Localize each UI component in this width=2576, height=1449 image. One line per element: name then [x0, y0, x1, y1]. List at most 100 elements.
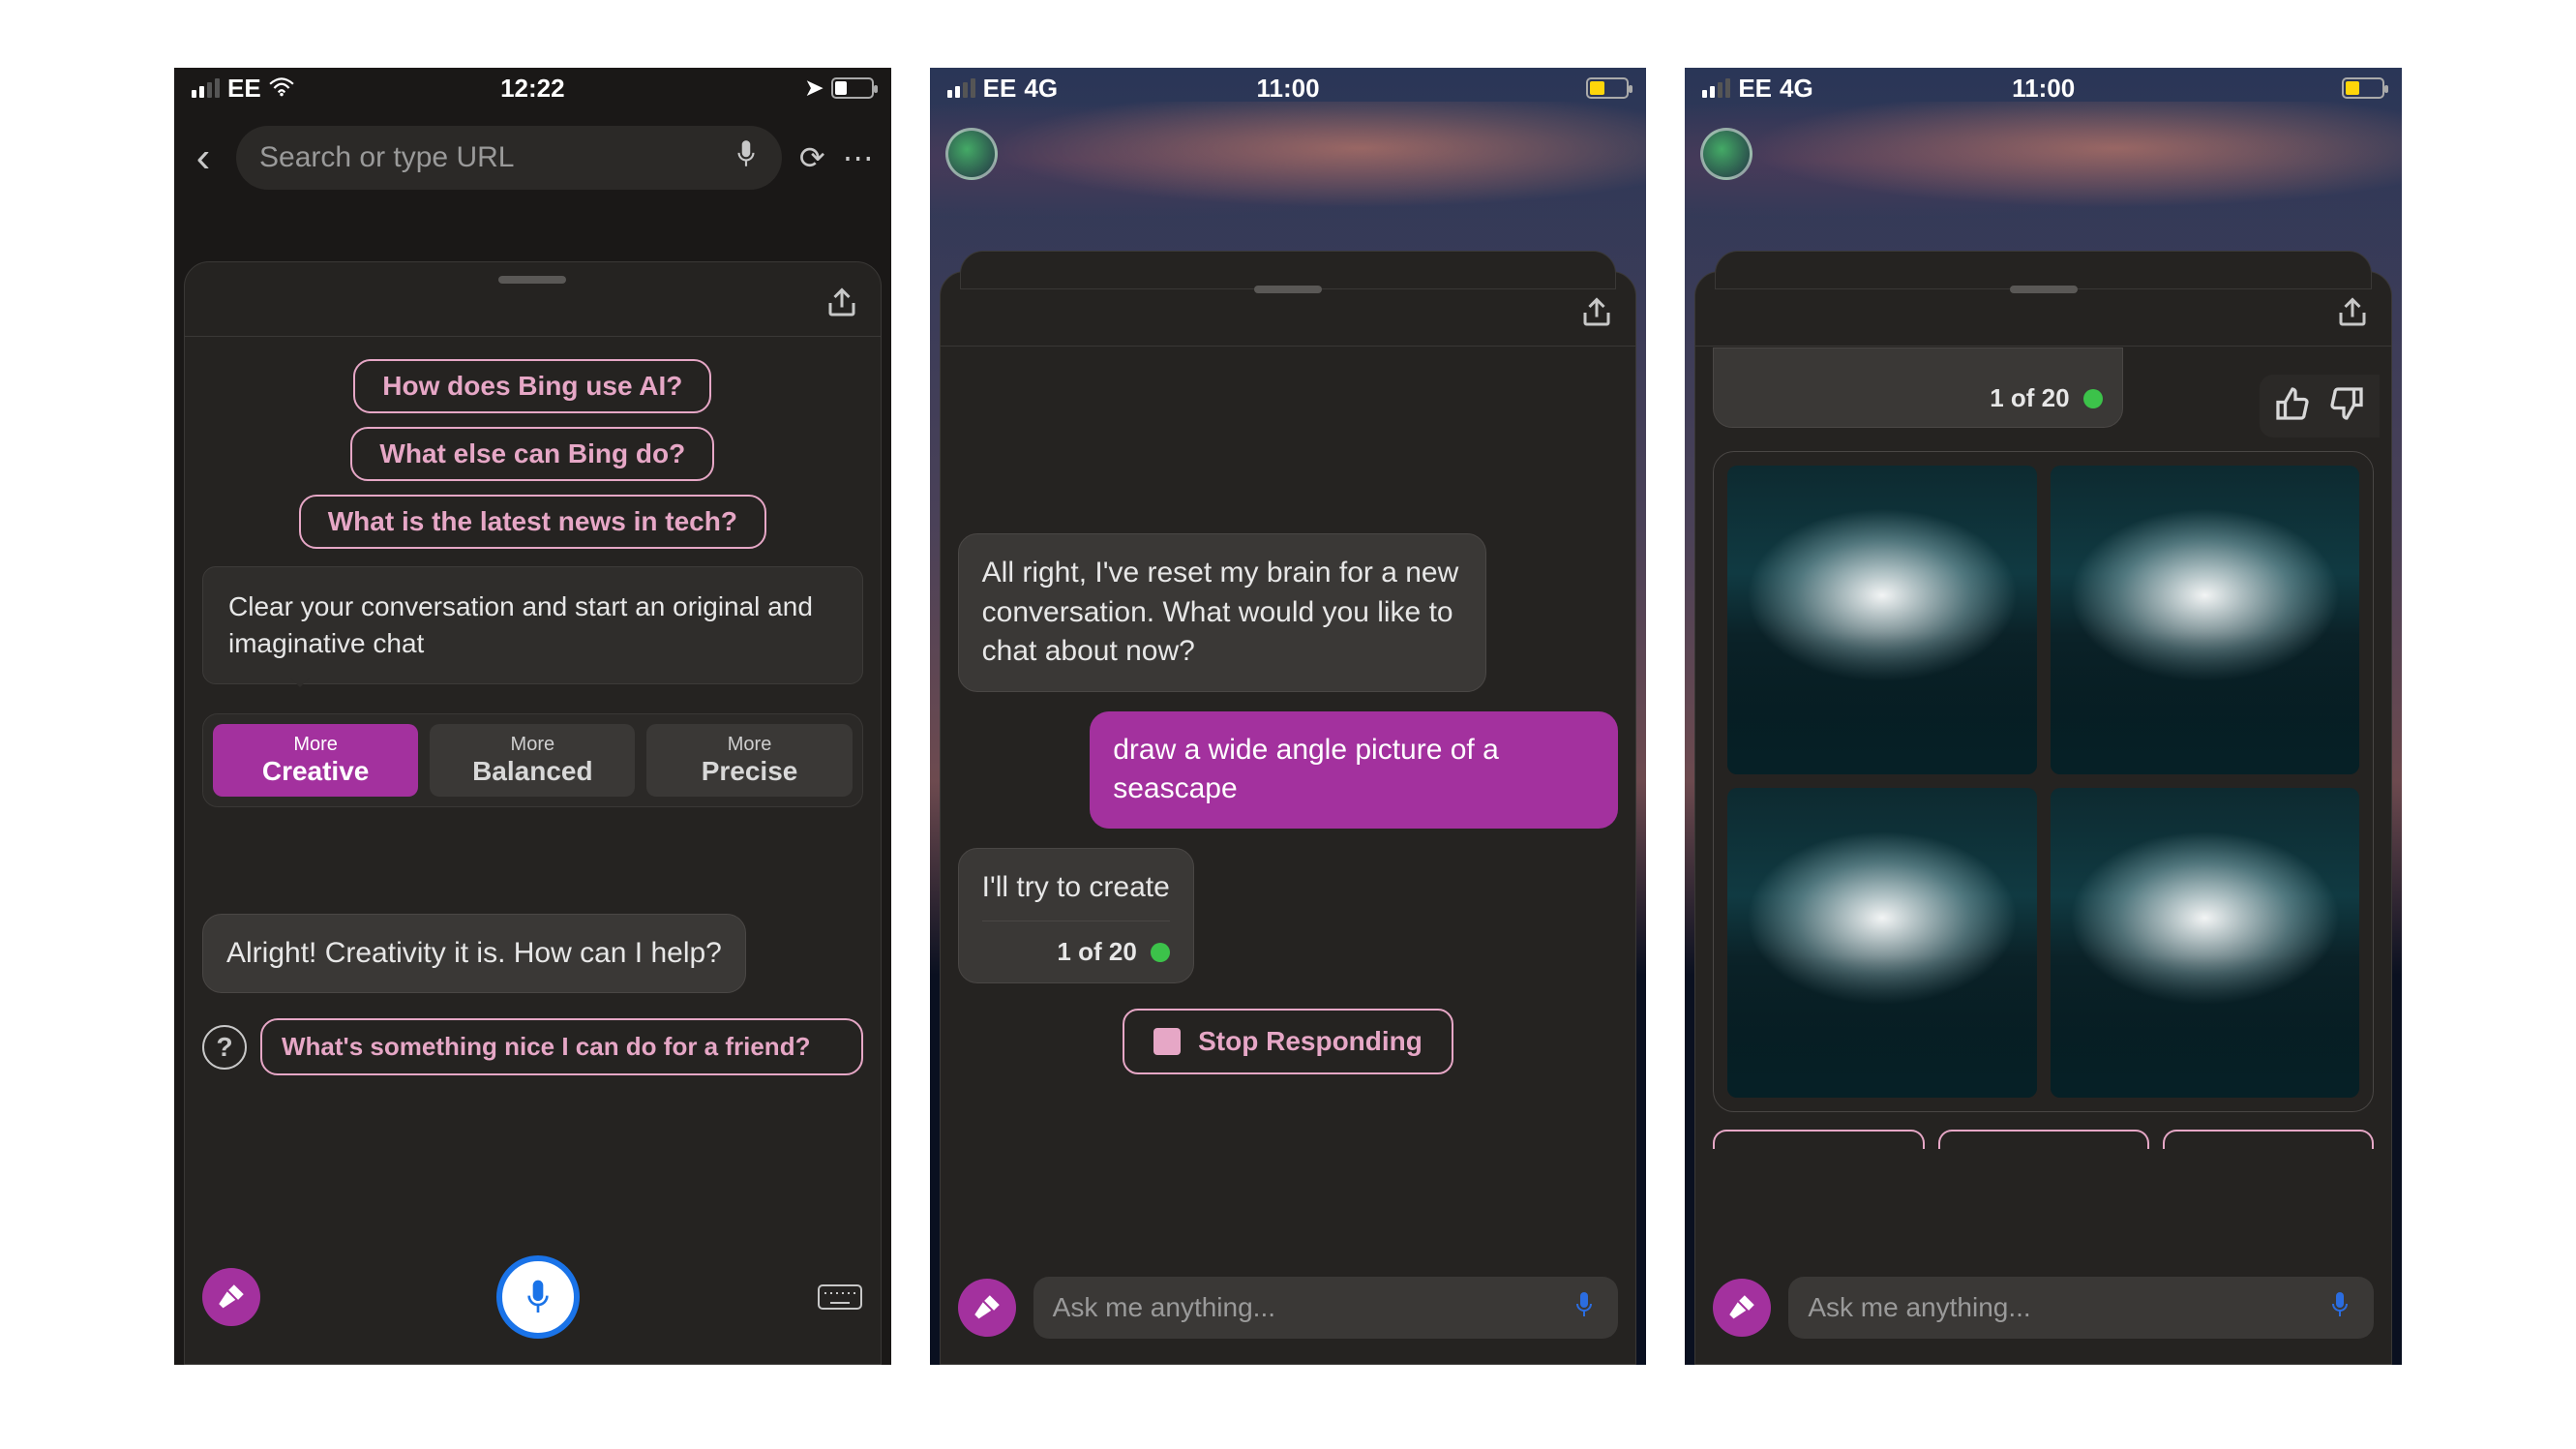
wifi-icon: [269, 74, 294, 104]
stacked-sheet-hint: [960, 251, 1617, 289]
suggestion-chip-cut[interactable]: [1938, 1130, 2149, 1149]
mode-prefix: More: [219, 734, 412, 756]
voice-input-button[interactable]: [496, 1255, 580, 1339]
clock-label: 12:22: [500, 74, 565, 104]
generated-image[interactable]: [1727, 788, 2036, 1097]
carrier-label: EE: [1738, 74, 1772, 104]
avatar[interactable]: [945, 128, 998, 180]
keyboard-toggle-button[interactable]: [817, 1278, 863, 1316]
suggestion-chip[interactable]: What is the latest news in tech?: [299, 495, 766, 549]
status-bar: EE 12:22 ➤: [174, 68, 891, 108]
stop-label: Stop Responding: [1198, 1026, 1423, 1057]
url-bar[interactable]: Search or type URL: [236, 126, 782, 190]
stop-responding-button[interactable]: Stop Responding: [1123, 1009, 1453, 1074]
voice-input-icon[interactable]: [2325, 1290, 2354, 1326]
voice-input-icon[interactable]: [1570, 1290, 1599, 1326]
composer-placeholder: Ask me anything...: [1053, 1292, 1557, 1323]
location-icon: ➤: [805, 75, 823, 101]
phone-screenshot-1: EE 12:22 ➤ ‹ Search or type URL ⟳ ⋯: [174, 68, 891, 1365]
divider: [1695, 346, 2391, 347]
user-message: draw a wide angle picture of a seascape: [1090, 711, 1618, 829]
phone-screenshot-3: EE 4G 11:00 1 of 20: [1685, 68, 2402, 1365]
composer-placeholder: Ask me anything...: [1808, 1292, 2312, 1323]
signal-bars-icon: [192, 78, 220, 98]
battery-charging-icon: [2342, 77, 2384, 99]
sheet-drag-handle[interactable]: [1254, 286, 1322, 293]
clock-label: 11:00: [1256, 74, 1319, 104]
reload-button[interactable]: ⟳: [799, 139, 825, 176]
signal-bars-icon: [1702, 78, 1730, 98]
battery-icon: [831, 77, 874, 99]
carrier-label: EE: [983, 74, 1017, 104]
turn-counter-text: 1 of 20: [1990, 383, 2069, 413]
carrier-label: EE: [227, 74, 261, 104]
mode-prefix: More: [435, 734, 629, 756]
suggestion-chip-row-partial: [1713, 1130, 2374, 1149]
thumbs-up-button[interactable]: [2275, 386, 2310, 426]
mode-balanced[interactable]: More Balanced: [430, 724, 635, 797]
new-topic-button[interactable]: [958, 1279, 1016, 1337]
divider: [941, 346, 1636, 347]
mode-creative[interactable]: More Creative: [213, 724, 418, 797]
clock-label: 11:00: [2012, 74, 2075, 104]
mode-label: Balanced: [435, 756, 629, 787]
signal-bars-icon: [947, 78, 975, 98]
stacked-sheet-hint: [1715, 251, 2372, 289]
mode-label: Precise: [652, 756, 846, 787]
share-button[interactable]: [824, 286, 859, 325]
avatar[interactable]: [1700, 128, 1752, 180]
share-button[interactable]: [1579, 295, 1614, 335]
sheet-drag-handle[interactable]: [498, 276, 566, 284]
stop-icon: [1153, 1028, 1181, 1055]
suggestion-chip-cut[interactable]: [2163, 1130, 2374, 1149]
assistant-message-streaming: I'll try to create 1 of 20: [958, 848, 1194, 984]
conversation-mode-selector: More Creative More Balanced More Precise: [202, 713, 863, 807]
assistant-message-tail: 1 of 20: [1713, 347, 2122, 428]
new-topic-button[interactable]: [1713, 1279, 1771, 1337]
overflow-menu-button[interactable]: ⋯: [843, 139, 878, 176]
mode-prefix: More: [652, 734, 846, 756]
suggestion-chip[interactable]: What's something nice I can do for a fri…: [260, 1018, 863, 1075]
chat-footer: Ask me anything...: [1695, 1263, 2391, 1364]
mode-label: Creative: [219, 756, 412, 787]
status-bar: EE 4G 11:00: [930, 68, 1647, 108]
battery-charging-icon: [1586, 77, 1629, 99]
divider: [185, 336, 881, 337]
back-button[interactable]: ‹: [188, 134, 219, 182]
status-dot-icon: [1151, 943, 1170, 962]
turn-counter: 1 of 20: [1733, 383, 2102, 413]
composer-input[interactable]: Ask me anything...: [1788, 1277, 2374, 1339]
generated-image[interactable]: [2051, 466, 2359, 774]
suggestion-chip-list: How does Bing use AI? What else can Bing…: [202, 359, 863, 549]
thumbs-down-button[interactable]: [2329, 386, 2364, 426]
assistant-text: I'll try to create: [982, 871, 1170, 903]
turn-counter: 1 of 20: [982, 921, 1170, 969]
bottom-suggestion-row: ? What's something nice I can do for a f…: [202, 1018, 863, 1075]
suggestion-chip-cut[interactable]: [1713, 1130, 1924, 1149]
chat-sheet: 1 of 20: [1694, 271, 2392, 1365]
phone-screenshot-2: EE 4G 11:00 All right, I've reset my bra…: [930, 68, 1647, 1365]
browser-toolbar: ‹ Search or type URL ⟳ ⋯: [174, 108, 891, 203]
chat-footer: [185, 1242, 881, 1364]
suggestion-chip[interactable]: What else can Bing do?: [350, 427, 714, 481]
suggestion-chip[interactable]: How does Bing use AI?: [353, 359, 711, 413]
sheet-drag-handle[interactable]: [2010, 286, 2078, 293]
chat-sheet: All right, I've reset my brain for a new…: [940, 271, 1637, 1365]
chat-sheet: How does Bing use AI? What else can Bing…: [184, 261, 882, 1365]
mode-precise[interactable]: More Precise: [646, 724, 852, 797]
network-label: 4G: [1024, 74, 1058, 104]
generated-image-card: [1713, 451, 2374, 1112]
new-topic-button[interactable]: [202, 1268, 260, 1326]
generated-image[interactable]: [1727, 466, 2036, 774]
generated-image[interactable]: [2051, 788, 2359, 1097]
mode-tooltip: Clear your conversation and start an ori…: [202, 566, 863, 684]
url-placeholder: Search or type URL: [259, 141, 720, 174]
voice-search-icon[interactable]: [734, 138, 759, 177]
composer-input[interactable]: Ask me anything...: [1033, 1277, 1619, 1339]
share-button[interactable]: [2335, 295, 2370, 335]
status-dot-icon: [2083, 389, 2103, 408]
help-icon[interactable]: ?: [202, 1025, 247, 1070]
turn-counter-text: 1 of 20: [1057, 935, 1136, 969]
assistant-message: All right, I've reset my brain for a new…: [958, 533, 1486, 692]
chat-footer: Ask me anything...: [941, 1263, 1636, 1364]
